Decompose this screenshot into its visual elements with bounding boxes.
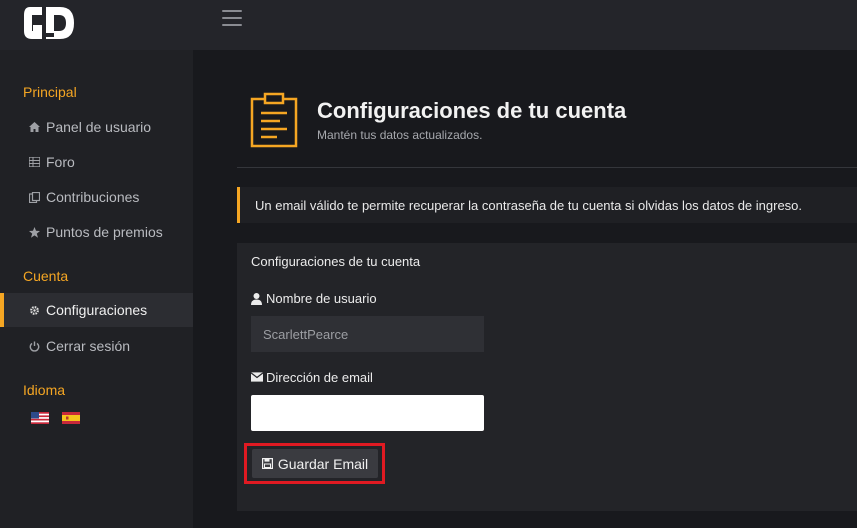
us-flag-icon[interactable] [31,412,49,424]
top-bar [0,0,857,50]
sidebar-item-configuraciones[interactable]: Configuraciones [0,293,193,327]
sidebar-section-principal: Principal [23,84,77,100]
username-label: Nombre de usuario [251,291,377,306]
sidebar-section-cuenta: Cuenta [23,268,69,284]
sidebar-item-contribuciones[interactable]: Contribuciones [0,180,193,214]
sidebar-item-cerrar-sesion[interactable]: Cerrar sesión [0,329,193,363]
sidebar-item-label: Puntos de premios [46,224,163,240]
header-divider [237,167,857,168]
floppy-disk-icon [261,457,274,470]
email-label-text: Dirección de email [266,370,373,385]
menu-toggle-button[interactable] [222,10,242,26]
grid-icon [28,156,40,168]
home-icon [28,121,40,133]
language-selector [31,412,80,424]
star-icon [28,226,40,238]
sidebar-item-label: Contribuciones [46,189,140,205]
power-icon [28,340,40,352]
sidebar-item-label: Configuraciones [46,302,148,318]
page-subtitle: Mantén tus datos actualizados. [317,128,483,142]
email-label: Dirección de email [251,370,373,385]
sidebar-item-label: Foro [46,154,75,170]
gear-icon [28,304,40,316]
email-field[interactable] [251,395,484,431]
envelope-icon [251,371,263,384]
sidebar-item-label: Cerrar sesión [46,338,131,354]
user-icon [251,292,263,305]
sidebar-item-puntos[interactable]: Puntos de premios [0,215,193,249]
clipboard-icon [250,92,298,148]
sidebar-item-panel[interactable]: Panel de usuario [0,110,193,144]
username-label-text: Nombre de usuario [266,291,377,306]
save-email-button[interactable]: Guardar Email [252,449,378,478]
page-title: Configuraciones de tu cuenta [317,98,627,123]
info-alert: Un email válido te permite recuperar la … [237,187,857,223]
logo[interactable] [22,3,78,43]
username-field[interactable] [251,316,484,352]
sidebar-section-idioma: Idioma [23,382,66,398]
alert-text: Un email válido te permite recuperar la … [255,197,803,213]
card-title: Configuraciones de tu cuenta [251,254,421,269]
sidebar-item-foro[interactable]: Foro [0,145,193,179]
save-email-label: Guardar Email [277,455,369,472]
sidebar-item-label: Panel de usuario [46,119,152,135]
contributions-icon [28,191,40,203]
es-flag-icon[interactable] [62,412,80,424]
hamburger-icon [222,10,242,12]
